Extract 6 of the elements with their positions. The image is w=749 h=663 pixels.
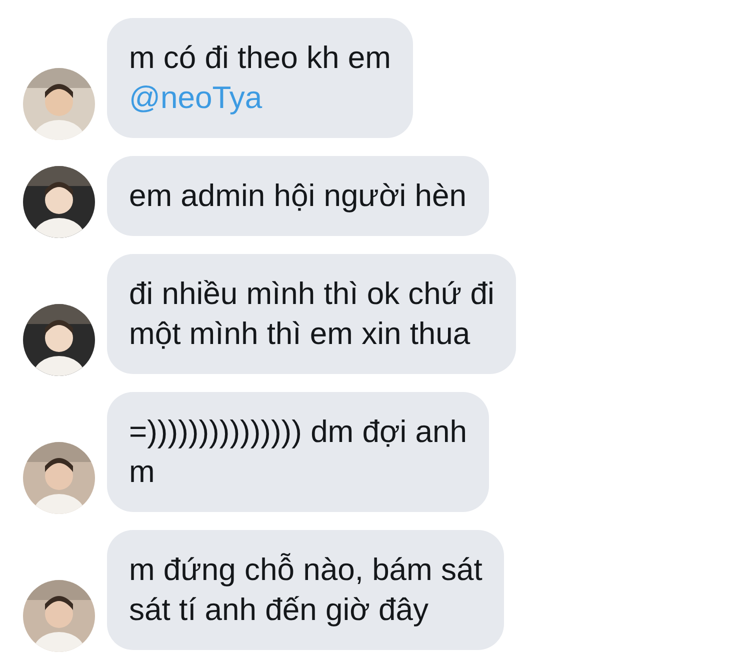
message-text: m đứng chỗ nào, bám sát sát tí anh đến giờ đây — [129, 551, 482, 629]
message-text: m có đi theo kh em @neoTya — [129, 39, 391, 117]
message-text: =))))))))))))))) dm đợi anh m — [129, 413, 468, 491]
message-text: em admin hội người hèn — [129, 177, 466, 215]
mention-link[interactable]: @neoTya — [129, 80, 262, 115]
message-text: đi nhiều mình thì ok chứ đi một mình thì em xin thua — [129, 275, 494, 353]
